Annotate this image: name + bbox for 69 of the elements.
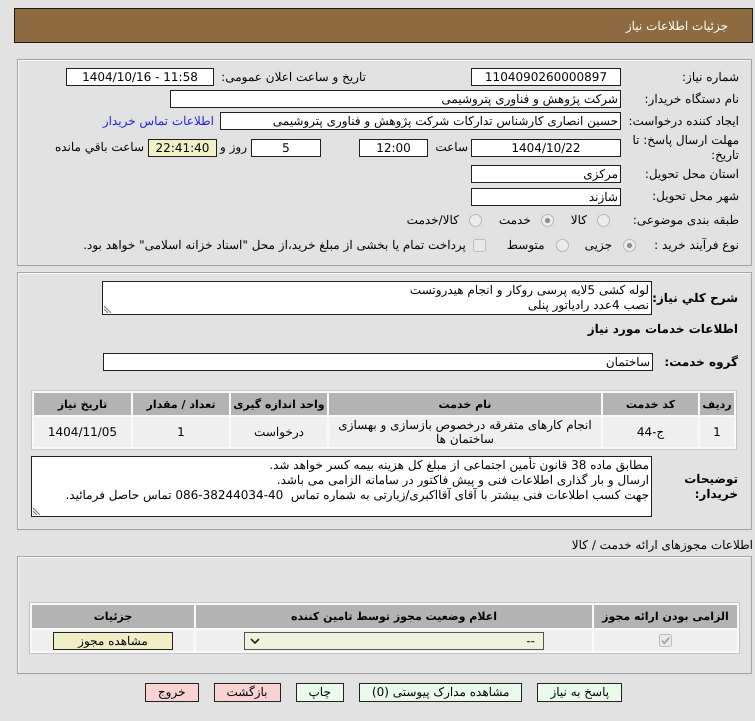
field-label: مهلت ارسال پاسخ: تا تاریخ: bbox=[631, 132, 739, 162]
action-button[interactable]: چاپ bbox=[296, 683, 344, 702]
field-label: شهر محل تحویل: bbox=[651, 189, 739, 204]
field-label: ساعت bbox=[434, 140, 468, 155]
field-label: ساعت باقي مانده bbox=[54, 140, 144, 155]
radio-label: جزیی bbox=[584, 238, 612, 252]
radio-button[interactable] bbox=[597, 214, 610, 226]
time-left-field[interactable]: 22:41:40 bbox=[148, 138, 217, 156]
field-label: ایجاد کننده درخواست: bbox=[627, 114, 739, 128]
column-header: الزامی بودن ارائه مجوز bbox=[594, 605, 737, 628]
table-cell: ج-44 bbox=[603, 417, 698, 447]
checkbox[interactable] bbox=[472, 238, 486, 252]
column-header: اعلام وضعیت مجوز توسط تامین کننده bbox=[196, 605, 592, 628]
requester-field[interactable]: حسین انصاری کارشناس تدارکات شرکت پژوهش و فناوری پتروشیمی bbox=[220, 112, 621, 130]
field-label: شرح کلي نیاز: bbox=[652, 290, 738, 306]
field-label: توضیحات خریدار: bbox=[683, 472, 738, 502]
radio-label: کالا/خدمت bbox=[406, 213, 459, 227]
chevron-down-icon[interactable] bbox=[250, 638, 260, 644]
table-cell: 1 bbox=[700, 417, 734, 447]
field-label: نوع فرآیند خرید : bbox=[653, 238, 739, 252]
field-label: استان محل تحویل: bbox=[644, 166, 739, 182]
field-label: گروه خدمت: bbox=[663, 354, 738, 370]
radio-label: کالا bbox=[570, 213, 587, 227]
column-header: کد خدمت bbox=[603, 393, 698, 415]
checkbox[interactable] bbox=[659, 634, 672, 647]
column-header: تاریخ نیاز bbox=[34, 393, 131, 415]
field-label: شماره نیاز: bbox=[681, 70, 739, 84]
resize-grip-icon[interactable] bbox=[33, 507, 41, 515]
section-title: اطلاعات مجوزهای ارائه خدمت / کالا bbox=[572, 537, 753, 553]
field-label: تاریخ و ساعت اعلان عمومی: bbox=[221, 70, 366, 84]
table-cell: 1404/11/05 bbox=[34, 417, 131, 447]
announce-date-field[interactable]: 1404/10/16 - 11:58 bbox=[66, 68, 214, 86]
buyer-org-field[interactable]: شرکت پژوهش و فناوری پتروشیمی bbox=[170, 90, 621, 108]
days-left-field[interactable]: 5 bbox=[251, 138, 321, 156]
column-header: جزئیات bbox=[32, 605, 194, 628]
radio-button[interactable] bbox=[468, 214, 482, 226]
column-header: واحد اندازه گیری bbox=[231, 393, 327, 415]
province-field[interactable]: مرکزی bbox=[471, 165, 621, 183]
action-button[interactable]: بازگشت bbox=[214, 683, 280, 702]
radio-button[interactable] bbox=[556, 238, 569, 252]
table-cell: انجام کارهای متفرقه درخصوص بازسازی و بهسازی ساختمان ها bbox=[329, 417, 601, 447]
license-status-select[interactable]: -- bbox=[244, 632, 544, 650]
page-title: جزئیات اطلاعات نیاز bbox=[626, 18, 728, 32]
service-group-field[interactable]: ساختمان bbox=[103, 353, 653, 371]
field-label: روز و bbox=[218, 140, 247, 155]
radio-label: خدمت bbox=[498, 213, 531, 227]
action-button[interactable]: خروج bbox=[144, 683, 198, 702]
city-field[interactable]: شازند bbox=[471, 188, 621, 206]
field-label: نام دستگاه خریدار: bbox=[644, 92, 739, 106]
action-button[interactable]: مشاهده مدارک پیوستی (0) bbox=[358, 683, 522, 702]
column-header: تعداد / مقدار bbox=[133, 393, 229, 415]
column-header: نام خدمت bbox=[329, 393, 601, 415]
radio-label: متوسط bbox=[506, 238, 545, 252]
buyer-contact-link[interactable]: اطلاعات تماس خریدار bbox=[102, 114, 214, 128]
deadline-date-field[interactable]: 1404/10/22 bbox=[471, 138, 621, 156]
radio-button[interactable] bbox=[540, 214, 554, 226]
column-header: ردیف bbox=[700, 393, 734, 415]
checkbox-label: پرداخت تمام یا بخشی از مبلغ خرید،از محل "اسناد خزانه اسلامی" خواهد بود. bbox=[83, 238, 466, 252]
table-cell: 1 bbox=[133, 417, 229, 447]
description-field[interactable]: لوله کشی 5لایه پرسی روکار و انجام هیدروتست نصب 4عدد رادیاتور پنلی bbox=[102, 281, 652, 315]
need-number-field[interactable]: 1104090260000897 bbox=[471, 68, 621, 86]
table-cell: درخواست bbox=[231, 417, 327, 447]
action-button[interactable]: پاسخ به نیاز bbox=[537, 683, 622, 702]
radio-button[interactable] bbox=[623, 238, 636, 252]
field-label: طبقه بندی موضوعی: bbox=[632, 212, 739, 228]
view-license-button[interactable]: مشاهده مجوز bbox=[53, 632, 173, 650]
section-title: اطلاعات خدمات مورد نیاز bbox=[588, 322, 738, 336]
deadline-time-field[interactable]: 12:00 bbox=[359, 138, 428, 156]
resize-grip-icon[interactable] bbox=[104, 305, 112, 313]
